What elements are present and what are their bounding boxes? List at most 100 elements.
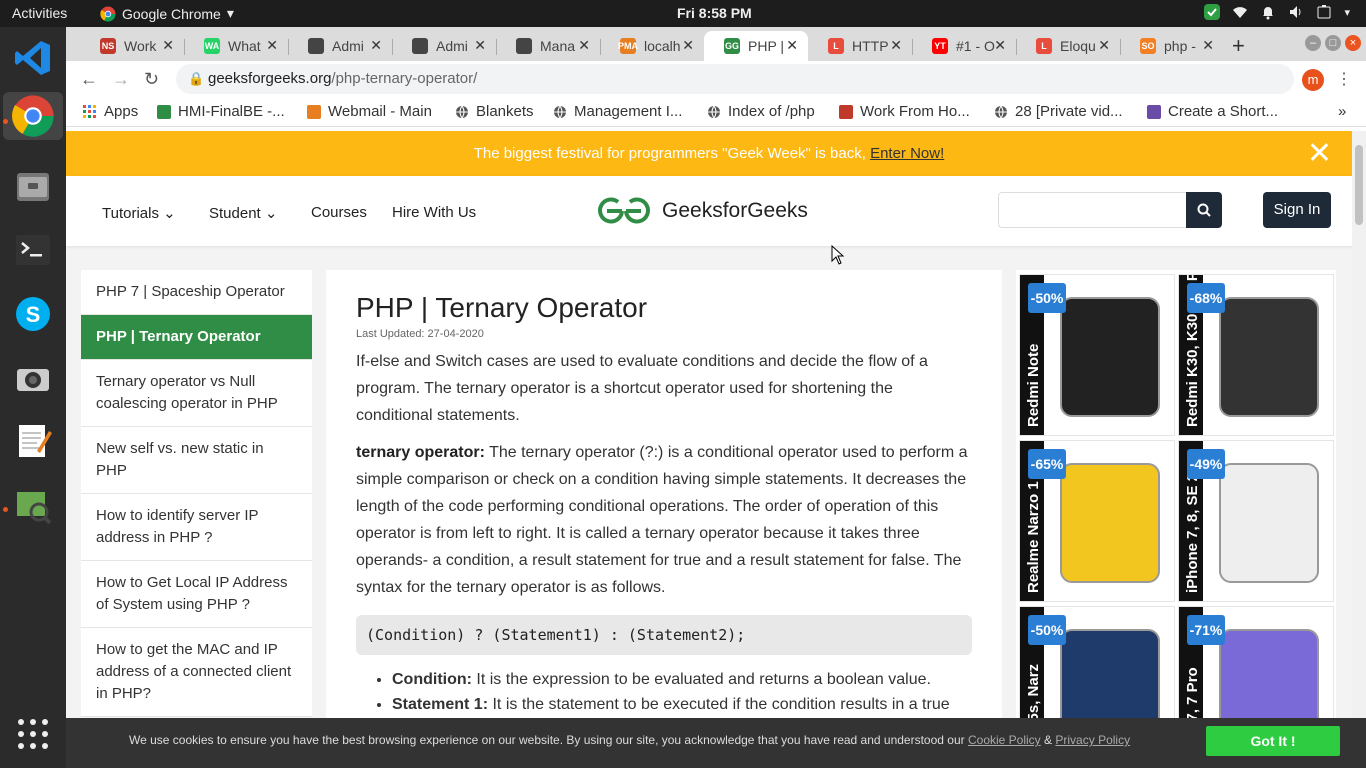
discount-badge: -49%: [1187, 449, 1225, 479]
image-viewer-launcher[interactable]: [9, 482, 57, 530]
vscode-launcher[interactable]: [9, 34, 57, 82]
tab-close-icon[interactable]: ✕: [890, 37, 902, 54]
running-indicator: [3, 119, 8, 124]
tab-8[interactable]: L HTTP ✕: [808, 31, 912, 61]
text-editor-launcher[interactable]: [9, 417, 57, 465]
tab-5[interactable]: Mana ✕: [496, 31, 600, 61]
bookmark-item[interactable]: Apps: [82, 103, 138, 120]
ad-tile[interactable]: Redmi Note -50%: [1019, 274, 1175, 436]
terminal-icon: [16, 235, 50, 265]
tab-11[interactable]: SO php - ✕: [1120, 31, 1224, 61]
files-launcher[interactable]: [9, 163, 57, 211]
sign-in-button[interactable]: Sign In: [1263, 192, 1331, 228]
bookmark-item[interactable]: Create a Short...: [1146, 103, 1278, 120]
bookmark-item[interactable]: Index of /php: [706, 103, 815, 120]
phone-case-image: [1219, 463, 1319, 583]
sidebar-item[interactable]: PHP | Ternary Operator: [81, 315, 312, 360]
address-bar[interactable]: 🔒 geeksforgeeks.org/php-ternary-operator…: [176, 64, 1294, 94]
scrollbar-thumb[interactable]: [1355, 145, 1363, 225]
sidebar-item[interactable]: How to get the MAC and IP address of a c…: [81, 628, 312, 717]
discount-badge: -71%: [1187, 615, 1225, 645]
tab-close-icon[interactable]: ✕: [682, 37, 694, 54]
dock: S: [0, 27, 66, 768]
nav-tutorials[interactable]: Tutorials ⌄: [102, 204, 176, 222]
vscode-icon: [15, 41, 50, 75]
tab-7[interactable]: GG PHP | ✕: [704, 31, 808, 61]
bookmark-label: Management I...: [574, 103, 683, 120]
show-applications-button[interactable]: [9, 710, 57, 758]
nav-student[interactable]: Student ⌄: [209, 204, 277, 222]
tab-9[interactable]: YT #1 - O ✕: [912, 31, 1016, 61]
bookmark-item[interactable]: Management I...: [552, 103, 682, 120]
terminal-launcher[interactable]: [9, 226, 57, 274]
tab-10[interactable]: L Eloqu ✕: [1016, 31, 1120, 61]
nav-courses[interactable]: Courses: [311, 204, 367, 221]
activities-button[interactable]: Activities: [12, 5, 67, 21]
discount-badge: -50%: [1028, 283, 1066, 313]
more-bookmarks-icon[interactable]: »: [1338, 103, 1346, 120]
back-button[interactable]: ←: [80, 69, 98, 90]
intro-paragraph: If-else and Switch cases are used to eva…: [356, 353, 928, 424]
sidebar-item[interactable]: PHP 7 | Spaceship Operator: [81, 270, 312, 315]
search-button[interactable]: [1186, 192, 1222, 228]
chevron-down-icon: ▾: [226, 5, 234, 21]
bookmark-item[interactable]: HMI-FinalBE -...: [156, 103, 285, 120]
tab-close-icon[interactable]: ✕: [1202, 37, 1214, 54]
tab-close-icon[interactable]: ✕: [1098, 37, 1110, 54]
tab-close-icon[interactable]: ✕: [786, 37, 798, 54]
nav-hire[interactable]: Hire With Us: [392, 204, 476, 221]
site-logo[interactable]: GeeksforGeeks: [596, 196, 808, 226]
tab-3[interactable]: Admi ✕: [288, 31, 392, 61]
forward-button[interactable]: →: [112, 69, 130, 90]
accept-cookies-button[interactable]: Got It !: [1206, 726, 1340, 756]
close-icon[interactable]: ✕: [1307, 131, 1332, 176]
page-scrollbar[interactable]: [1352, 131, 1366, 718]
tab-6[interactable]: PMA localh ✕: [600, 31, 704, 61]
tab-favicon-icon: GG: [724, 38, 740, 54]
running-indicator: [3, 507, 8, 512]
chevron-down-icon: ⌄: [163, 205, 176, 222]
bookmark-item[interactable]: Blankets: [454, 103, 534, 120]
maximize-button[interactable]: □: [1325, 35, 1341, 51]
cookie-policy-link[interactable]: Cookie Policy: [968, 733, 1041, 747]
app-menu[interactable]: Google Chrome ▾: [100, 5, 234, 22]
tab-close-icon[interactable]: ✕: [474, 37, 486, 54]
search-input[interactable]: [998, 192, 1188, 228]
profile-avatar[interactable]: m: [1302, 69, 1324, 91]
reload-button[interactable]: ↻: [144, 69, 159, 90]
system-tray[interactable]: ▾: [1204, 4, 1350, 20]
tab-4[interactable]: Admi ✕: [392, 31, 496, 61]
tab-close-icon[interactable]: ✕: [370, 37, 382, 54]
ad-tile[interactable]: Redmi K30, K30 5G, Po -68%: [1178, 274, 1334, 436]
camera-launcher[interactable]: [9, 354, 57, 402]
new-tab-button[interactable]: +: [1232, 33, 1245, 59]
tab-close-icon[interactable]: ✕: [578, 37, 590, 54]
bookmark-item[interactable]: Webmail - Main: [306, 103, 432, 120]
tab-favicon-icon: SO: [1140, 38, 1156, 54]
tab-2[interactable]: WA What ✕: [184, 31, 288, 61]
ad-tile[interactable]: iPhone 7, 8, SE 20 -49%: [1178, 440, 1334, 602]
ad-tile[interactable]: Realme Narzo 1 -65%: [1019, 440, 1175, 602]
tab-1[interactable]: NS Work ✕: [80, 31, 184, 61]
sidebar-item[interactable]: How to Get Local IP Address of System us…: [81, 561, 312, 628]
bookmark-item[interactable]: Work From Ho...: [838, 103, 970, 120]
discount-badge: -68%: [1187, 283, 1225, 313]
tab-close-icon[interactable]: ✕: [162, 37, 174, 54]
skype-launcher[interactable]: S: [9, 290, 57, 338]
close-window-button[interactable]: ×: [1345, 35, 1361, 51]
sidebar-item[interactable]: Ternary operator vs Null coalescing oper…: [81, 360, 312, 427]
tab-close-icon[interactable]: ✕: [266, 37, 278, 54]
tab-close-icon[interactable]: ✕: [994, 37, 1006, 54]
privacy-policy-link[interactable]: Privacy Policy: [1055, 733, 1130, 747]
chevron-down-icon: ⌄: [264, 205, 278, 222]
sidebar-item[interactable]: How to identify server IP address in PHP…: [81, 494, 312, 561]
bookmark-label: Index of /php: [728, 103, 815, 120]
chrome-launcher[interactable]: [3, 92, 63, 140]
sidebar-item[interactable]: New self vs. new static in PHP: [81, 427, 312, 494]
minimize-button[interactable]: –: [1305, 35, 1321, 51]
bookmark-item[interactable]: 28 [Private vid...: [993, 103, 1123, 120]
clock[interactable]: Fri 8:58 PM: [677, 5, 752, 21]
enter-now-link[interactable]: Enter Now!: [870, 145, 944, 162]
browser-toolbar: ← → ↻ 🔒 geeksforgeeks.org/php-ternary-op…: [66, 61, 1366, 97]
menu-kebab-icon[interactable]: ⋮: [1336, 69, 1352, 89]
